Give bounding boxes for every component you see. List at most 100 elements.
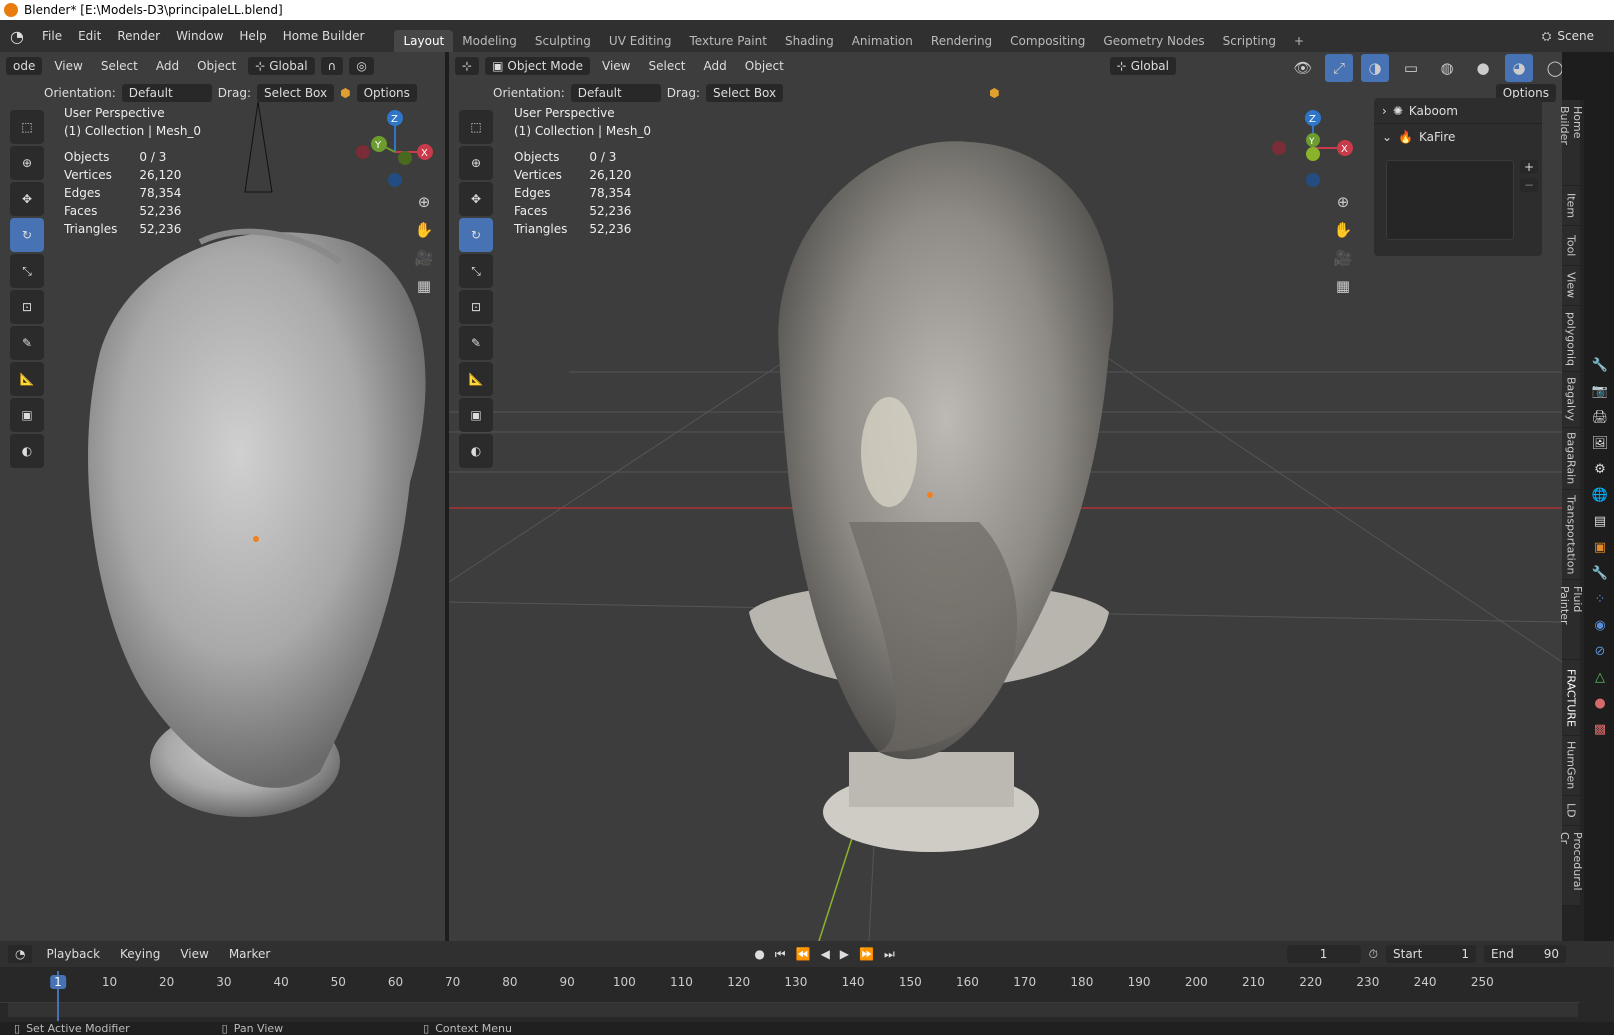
texture-properties-icon[interactable]: ▩ [1587, 716, 1613, 742]
tab-scripting[interactable]: Scripting [1214, 30, 1285, 52]
right-menu-select[interactable]: Select [642, 57, 691, 75]
pan-hand-icon[interactable]: ✋ [410, 216, 438, 244]
tab-geometry-nodes[interactable]: Geometry Nodes [1094, 30, 1213, 52]
left-drag-dropdown[interactable]: Select Box [256, 84, 335, 102]
transform-tool[interactable]: ⊡ [10, 290, 44, 324]
solid-shading-icon[interactable]: ● [1469, 54, 1497, 82]
tab-polygoniq[interactable]: polygoniq [1562, 306, 1580, 372]
panel-kaboom[interactable]: › ✺ Kaboom [1374, 98, 1542, 124]
left-mode-dropdown[interactable]: ode [6, 57, 43, 75]
camera-view-icon[interactable]: 🎥 [1329, 244, 1357, 272]
transform-tool[interactable]: ⊡ [459, 290, 493, 324]
add-cube-tool[interactable]: ▣ [459, 398, 493, 432]
jump-end-icon[interactable]: ⏭ [884, 947, 895, 962]
tab-tool[interactable]: Tool [1562, 226, 1580, 266]
collection-properties-icon[interactable]: ▤ [1587, 508, 1613, 534]
right-menu-add[interactable]: Add [698, 57, 733, 75]
add-cube-tool[interactable]: ▣ [10, 398, 44, 432]
extra-tool[interactable]: ◐ [459, 434, 493, 468]
left-menu-view[interactable]: View [48, 57, 88, 75]
menu-keying[interactable]: Keying [114, 945, 166, 963]
select-box-tool[interactable]: ⬚ [459, 110, 493, 144]
pan-hand-icon[interactable]: ✋ [1329, 216, 1357, 244]
right-mode-dropdown[interactable]: ▣ Object Mode [485, 57, 590, 75]
annotate-tool[interactable]: ✎ [10, 326, 44, 360]
scale-tool[interactable]: ⤡ [459, 254, 493, 288]
clock-icon[interactable]: ⏱ [1369, 947, 1378, 962]
particles-icon[interactable]: ⁘ [1587, 586, 1613, 612]
rotate-tool[interactable]: ↻ [459, 218, 493, 252]
rendered-shading-icon[interactable]: ◯ [1541, 54, 1562, 82]
left-proportional-edit[interactable]: ◎ [349, 57, 374, 75]
move-tool[interactable]: ✥ [10, 182, 44, 216]
annotate-tool[interactable]: ✎ [459, 326, 493, 360]
menu-timeline-view[interactable]: View [174, 945, 214, 963]
gizmo-toggle-icon[interactable]: ⤢ [1325, 54, 1353, 82]
world-properties-icon[interactable]: 🌐 [1587, 482, 1613, 508]
left-menu-add[interactable]: Add [150, 57, 185, 75]
timeline-ruler[interactable]: 1 10 20 30 40 50 60 70 80 90 100 110 120 130 140 150 160… [0, 967, 1614, 1022]
list-remove-button[interactable]: − [1520, 178, 1539, 192]
tab-shading[interactable]: Shading [776, 30, 843, 52]
end-frame-field[interactable]: End 90 [1484, 945, 1566, 963]
view-layer-icon[interactable]: 🖼 [1587, 430, 1613, 456]
prev-keyframe-icon[interactable]: ⏪ [796, 947, 811, 961]
overlay-toggle-icon[interactable]: ◑ [1361, 54, 1389, 82]
start-frame-field[interactable]: Start 1 [1386, 945, 1476, 963]
measure-tool[interactable]: 📐 [10, 362, 44, 396]
menu-edit[interactable]: Edit [70, 29, 109, 43]
record-icon[interactable]: ● [754, 947, 764, 961]
left-options-button[interactable]: Options [356, 84, 417, 102]
menu-help[interactable]: Help [231, 29, 274, 43]
panel-kafire[interactable]: ⌄ 🔥 KaFire [1374, 124, 1542, 150]
left-gizmo-color-icon[interactable]: ⬢ [340, 86, 350, 100]
rotate-tool[interactable]: ↻ [10, 218, 44, 252]
tab-rendering[interactable]: Rendering [922, 30, 1001, 52]
measure-tool[interactable]: 📐 [459, 362, 493, 396]
right-menu-view[interactable]: View [596, 57, 636, 75]
menu-file[interactable]: File [34, 29, 70, 43]
output-properties-icon[interactable]: 🖨 [1587, 404, 1613, 430]
timeline-editor[interactable]: ◔ Playback Keying View Marker ● ⏮ ⏪ ◀ ▶ … [0, 941, 1614, 1022]
tab-home-builder[interactable]: Home Builder [1558, 100, 1584, 186]
left-orientation-dropdown[interactable]: Default [121, 84, 212, 102]
tab-bagarain[interactable]: BagaRain [1562, 428, 1580, 490]
cursor-tool[interactable]: ⊕ [459, 146, 493, 180]
object-properties-icon[interactable]: ▣ [1587, 534, 1613, 560]
tab-item[interactable]: Item [1562, 186, 1580, 226]
left-menu-select[interactable]: Select [95, 57, 144, 75]
zoom-icon[interactable]: ⊕ [410, 188, 438, 216]
left-transform-orientation[interactable]: ⊹ Global [248, 57, 315, 75]
tab-transportation[interactable]: Transportation [1562, 490, 1580, 580]
move-tool[interactable]: ✥ [459, 182, 493, 216]
extra-tool[interactable]: ◐ [10, 434, 44, 468]
left-menu-object[interactable]: Object [191, 57, 242, 75]
tab-uv-editing[interactable]: UV Editing [600, 30, 681, 52]
tab-ld[interactable]: LD [1562, 796, 1580, 826]
play-icon[interactable]: ▶ [840, 947, 849, 961]
right-transform-orientation[interactable]: ⊹ Global [1109, 57, 1176, 75]
modifier-properties-icon[interactable]: 🔧 [1587, 560, 1613, 586]
tab-fracture[interactable]: FRACTURE [1562, 660, 1580, 736]
physics-icon[interactable]: ◉ [1587, 612, 1613, 638]
scene-selector-icon[interactable]: ⛭ [1542, 29, 1552, 44]
ortho-grid-icon[interactable]: ▦ [1329, 272, 1357, 300]
tab-sculpting[interactable]: Sculpting [526, 30, 600, 52]
select-box-tool[interactable]: ⬚ [10, 110, 44, 144]
right-gizmo-color-icon[interactable]: ⬢ [989, 86, 999, 100]
left-3d-viewport[interactable]: ode View Select Add Object ⊹ Global ∩ ◎ O… [0, 52, 447, 941]
kafire-list[interactable] [1386, 160, 1514, 240]
play-reverse-icon[interactable]: ◀ [821, 947, 830, 961]
left-snap-toggle[interactable]: ∩ [320, 57, 344, 75]
tab-compositing[interactable]: Compositing [1001, 30, 1094, 52]
left-navigation-gizmo[interactable]: Z X Y [355, 108, 435, 188]
menu-playback[interactable]: Playback [40, 945, 106, 963]
tab-procedural[interactable]: Procedural Cr [1558, 826, 1584, 906]
tab-animation[interactable]: Animation [843, 30, 922, 52]
wireframe-shading-icon[interactable]: ◍ [1433, 54, 1461, 82]
menu-render[interactable]: Render [109, 29, 168, 43]
tool-properties-icon[interactable]: 🔧 [1587, 352, 1613, 378]
add-workspace-button[interactable]: + [1285, 30, 1313, 52]
zoom-icon[interactable]: ⊕ [1329, 188, 1357, 216]
tab-view[interactable]: View [1562, 266, 1580, 306]
